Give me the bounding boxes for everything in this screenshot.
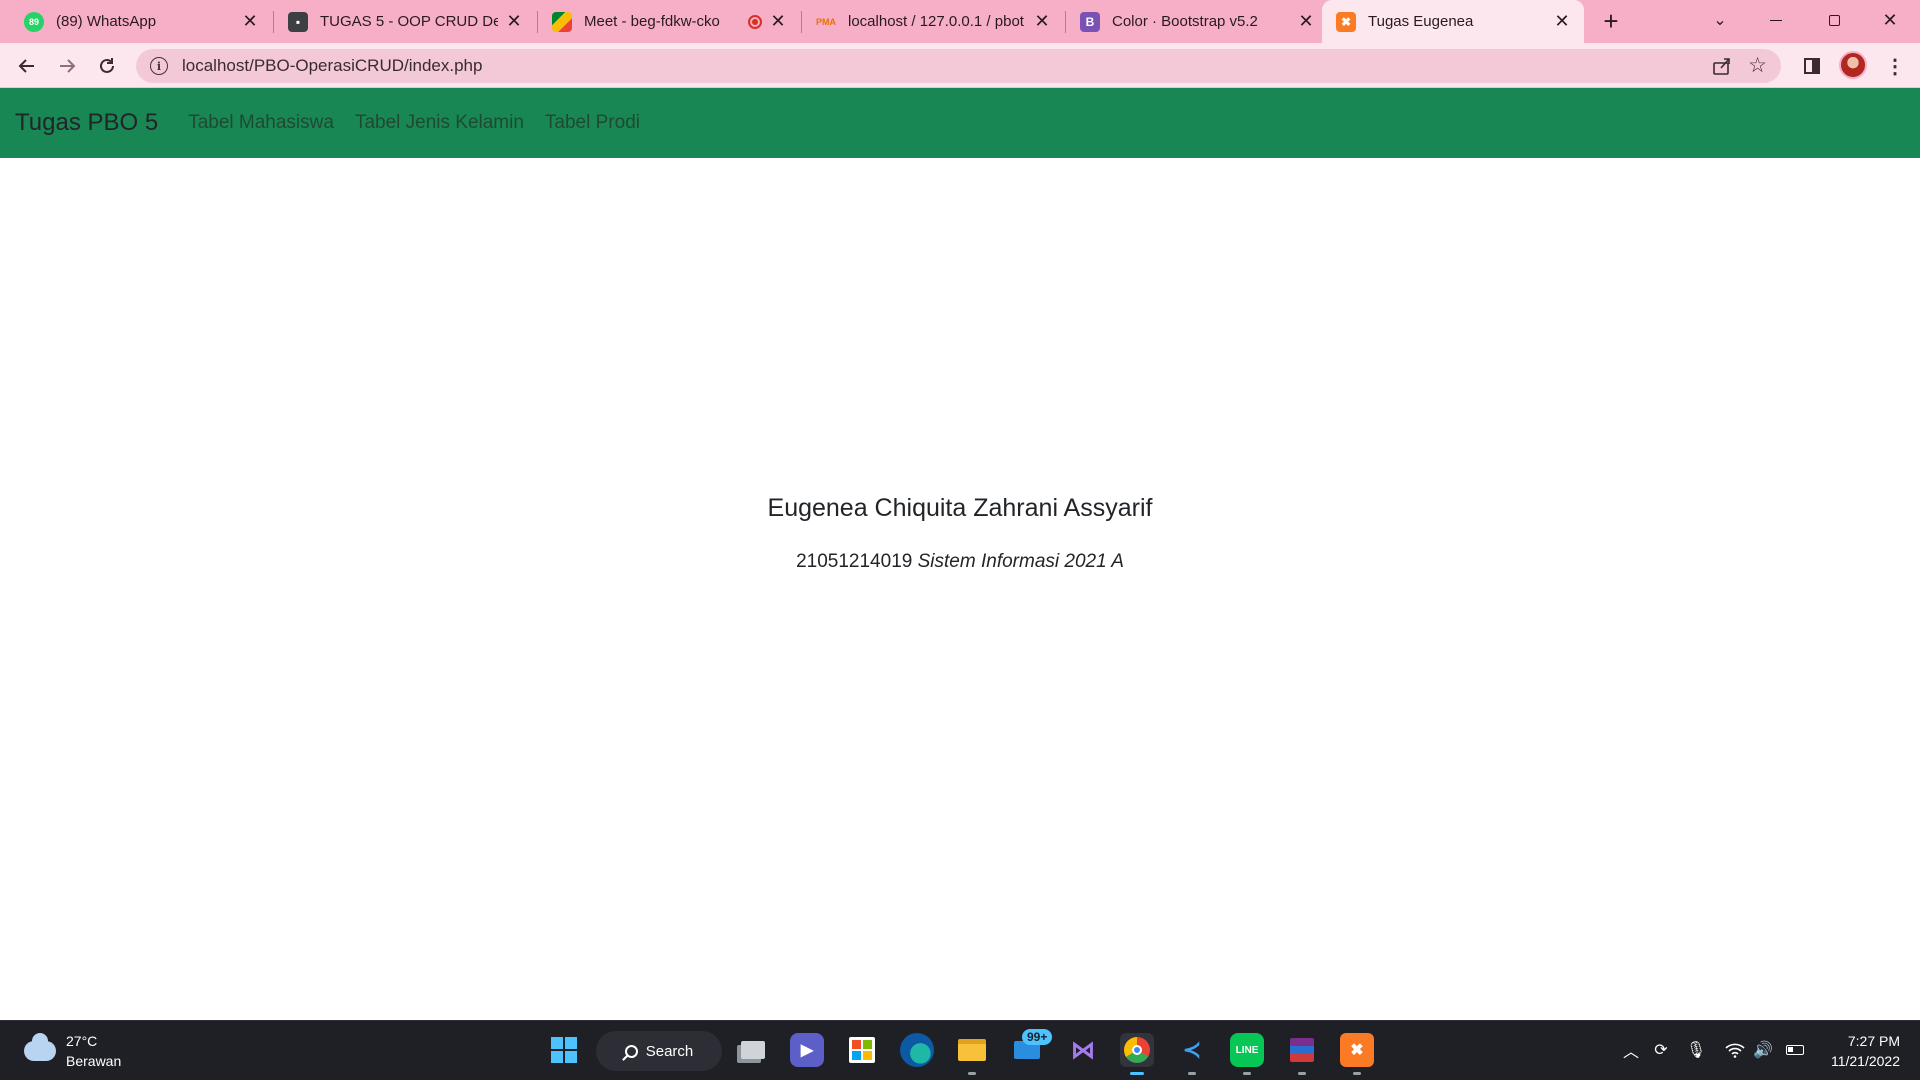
student-program: Sistem Informasi 2021 A (917, 551, 1124, 572)
file-explorer-icon[interactable] (955, 1033, 989, 1075)
nav-link-tabel-jenis-kelamin[interactable]: Tabel Jenis Kelamin (355, 112, 524, 134)
windows-logo-icon (551, 1037, 577, 1063)
teams-chat-icon[interactable]: ▶ (790, 1033, 824, 1067)
tab-bootstrap[interactable]: B Color · Bootstrap v5.2 ✕ (1066, 0, 1328, 43)
menu-kebab-icon[interactable]: ⋮ (1880, 51, 1910, 81)
tab-title: Meet - beg-fdkw-cko (584, 13, 720, 30)
tab-title: (89) WhatsApp (56, 13, 157, 30)
back-button[interactable] (12, 51, 42, 81)
weather-condition: Berawan (66, 1053, 122, 1069)
task-view-icon[interactable] (736, 1033, 770, 1067)
edge-browser-icon[interactable] (900, 1033, 934, 1067)
browser-tab-strip: 89 (89) WhatsApp ✕ ▪ TUGAS 5 - OOP CRUD … (0, 0, 1920, 43)
reload-button[interactable] (92, 51, 122, 81)
close-icon[interactable]: ✕ (1552, 11, 1572, 32)
close-icon[interactable]: ✕ (504, 11, 524, 32)
bootstrap-icon: B (1080, 11, 1100, 32)
arrow-left-icon (18, 59, 34, 73)
reload-icon (100, 58, 114, 73)
cloud-icon (24, 1033, 56, 1061)
tab-title: Color · Bootstrap v5.2 (1112, 13, 1258, 30)
wifi-icon[interactable] (1724, 1039, 1746, 1061)
weather-widget[interactable]: 27°C Berawan (24, 1031, 121, 1071)
tab-whatsapp[interactable]: 89 (89) WhatsApp ✕ (10, 0, 272, 43)
side-panel-icon (1804, 58, 1820, 74)
taskbar-search-button[interactable]: Search (596, 1031, 722, 1071)
volume-icon[interactable]: 🔊 (1752, 1039, 1774, 1061)
winrar-icon[interactable] (1285, 1033, 1319, 1075)
wifi-glyph-icon (1725, 1043, 1745, 1058)
nav-link-tabel-mahasiswa[interactable]: Tabel Mahasiswa (188, 112, 334, 134)
tab-title: localhost / 127.0.0.1 / pbot (848, 13, 1024, 30)
microphone-icon[interactable]: 🎙 (1685, 1039, 1707, 1061)
line-app-icon[interactable]: LINE (1230, 1033, 1264, 1075)
visual-studio-icon[interactable]: ⋈ (1066, 1033, 1100, 1067)
vscode-icon[interactable]: ≺ (1175, 1033, 1209, 1075)
microsoft-store-icon[interactable] (845, 1033, 879, 1067)
xampp-taskbar-icon[interactable]: ✖ (1340, 1033, 1374, 1075)
mail-badge: 99+ (1022, 1029, 1053, 1045)
url-text[interactable]: localhost/PBO-OperasiCRUD/index.php (182, 56, 482, 76)
page-content: Eugenea Chiquita Zahrani Assyarif 210512… (0, 158, 1920, 1020)
sync-icon[interactable]: ⟳ (1650, 1039, 1672, 1061)
student-nim: 21051214019 (796, 551, 913, 572)
search-label: Search (645, 1042, 694, 1060)
xampp-icon: ✖ (1336, 11, 1356, 32)
phpmyadmin-icon: PMA (816, 16, 836, 27)
bookmark-star-icon[interactable]: ☆ (1748, 53, 1767, 78)
tab-tugas5[interactable]: ▪ TUGAS 5 - OOP CRUD Den ✕ (274, 0, 536, 43)
tab-title: Tugas Eugenea (1368, 13, 1474, 30)
chrome-icon[interactable] (1120, 1033, 1154, 1075)
meet-icon (552, 11, 572, 32)
browser-toolbar: i localhost/PBO-OperasiCRUD/index.php ☆ … (0, 43, 1920, 88)
arrow-right-icon (60, 59, 76, 73)
recording-icon (748, 14, 762, 29)
share-icon[interactable] (1711, 55, 1733, 77)
side-panel-button[interactable] (1797, 51, 1827, 81)
start-button[interactable] (547, 1033, 581, 1067)
clock-time: 7:27 PM (1847, 1033, 1900, 1049)
tab-phpmyadmin[interactable]: PMA localhost / 127.0.0.1 / pbot ✕ (802, 0, 1064, 43)
close-window-button[interactable]: ✕ (1866, 0, 1914, 40)
close-icon[interactable]: ✕ (1296, 11, 1316, 32)
close-icon[interactable]: ✕ (1032, 11, 1052, 32)
nav-link-tabel-prodi[interactable]: Tabel Prodi (545, 112, 640, 134)
tab-meet[interactable]: Meet - beg-fdkw-cko ✕ (538, 0, 800, 43)
chevron-up-icon[interactable]: ︿ (1620, 1039, 1642, 1061)
tab-tugas-eugenea[interactable]: ✖ Tugas Eugenea ✕ (1322, 0, 1584, 43)
close-icon[interactable]: ✕ (240, 11, 260, 32)
tab-search-chevron-icon[interactable]: ⌄ (1696, 0, 1744, 40)
classroom-icon: ▪ (288, 11, 308, 32)
student-info: 21051214019 Sistem Informasi 2021 A (0, 551, 1920, 573)
site-info-icon[interactable]: i (150, 57, 168, 75)
whatsapp-icon: 89 (24, 11, 44, 32)
student-name: Eugenea Chiquita Zahrani Assyarif (767, 494, 1153, 522)
profile-avatar[interactable] (1839, 51, 1867, 79)
address-bar[interactable]: i localhost/PBO-OperasiCRUD/index.php ☆ (136, 49, 1781, 83)
site-navbar: Tugas PBO 5 Tabel Mahasiswa Tabel Jenis … (0, 88, 1920, 158)
search-icon (624, 1044, 638, 1058)
minimize-button[interactable] (1752, 0, 1800, 40)
forward-button[interactable] (52, 51, 82, 81)
tab-title: TUGAS 5 - OOP CRUD Den (320, 13, 498, 30)
system-clock[interactable]: 7:27 PM 11/21/2022 (1820, 1031, 1900, 1071)
close-icon[interactable]: ✕ (768, 11, 788, 32)
battery-icon[interactable] (1784, 1039, 1806, 1061)
navbar-brand[interactable]: Tugas PBO 5 (15, 109, 158, 137)
weather-temp: 27°C (66, 1033, 98, 1049)
restore-button[interactable] (1810, 0, 1858, 40)
new-tab-button[interactable]: + (1598, 8, 1624, 35)
clock-date: 11/21/2022 (1830, 1053, 1900, 1069)
windows-taskbar: 27°C Berawan Search ▶ 99+ ⋈ ≺ LINE ✖ ︿ ⟳… (0, 1020, 1920, 1080)
